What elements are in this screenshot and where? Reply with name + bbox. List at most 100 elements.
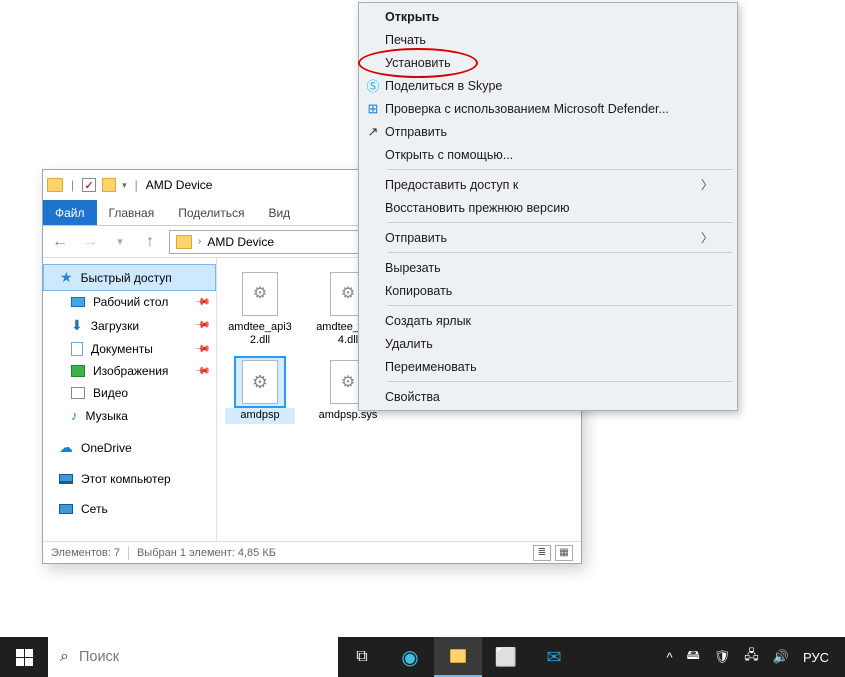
dll-icon: ⚙ (242, 272, 278, 316)
file-item[interactable]: ⚙ amdtee_api32.dll (225, 270, 295, 348)
search-box[interactable]: ⌕ Поиск (48, 637, 338, 677)
menu-label: Проверка с использованием Microsoft Defe… (385, 102, 669, 116)
sidebar-item-label: Быстрый доступ (81, 271, 172, 285)
separator: | (71, 178, 74, 192)
pin-icon: 📌 (193, 294, 210, 311)
details-view-button[interactable]: ≣ (533, 545, 551, 561)
menu-label: Предоставить доступ к (385, 178, 518, 192)
image-icon (71, 365, 85, 377)
taskbar: ⌕ Поиск ⧉ ◉ ⬜ ✉ ^ 🖴 🛡 🖧 🔊 РУС (0, 637, 845, 677)
menu-cut[interactable]: Вырезать (361, 256, 735, 279)
share-icon: ↗ (365, 124, 381, 140)
desktop-icon (71, 297, 85, 307)
view-buttons: ≣ ▦ (533, 545, 573, 561)
language-indicator[interactable]: РУС (803, 650, 829, 665)
menu-copy[interactable]: Копировать (361, 279, 735, 302)
folder-icon (47, 178, 63, 192)
menu-skype[interactable]: Ⓢ Поделиться в Skype (361, 74, 735, 97)
menu-label: Отправить (385, 231, 447, 245)
file-label: amdtee_api32.dll (225, 320, 295, 348)
menu-rename[interactable]: Переименовать (361, 355, 735, 378)
menu-label: Отправить (385, 125, 447, 139)
folder-open-icon (102, 178, 116, 192)
hardware-icon[interactable]: 🖴 (687, 646, 700, 668)
window-title: AMD Device (146, 178, 213, 192)
pin-icon: 📌 (193, 341, 210, 358)
inf-icon: ⚙ (242, 360, 278, 404)
tab-view[interactable]: Вид (256, 200, 302, 225)
menu-openwith[interactable]: Открыть с помощью... (361, 143, 735, 166)
star-icon: ★ (60, 269, 73, 286)
volume-icon[interactable]: 🔊 (773, 649, 789, 665)
file-item[interactable]: ⚙ amdpsp (225, 358, 295, 423)
sidebar-item-label: Рабочий стол (93, 295, 168, 309)
menu-restore[interactable]: Восстановить прежнюю версию (361, 196, 735, 219)
sidebar-item-music[interactable]: ♪ Музыка (43, 404, 216, 427)
security-icon[interactable]: 🛡 (714, 649, 731, 665)
chevron-right-icon: 〉 (701, 229, 713, 246)
tab-share[interactable]: Поделиться (166, 200, 256, 225)
menu-install[interactable]: Установить (361, 51, 735, 74)
video-icon (71, 387, 85, 399)
menu-sendto[interactable]: Отправить 〉 (361, 226, 735, 249)
mail-button[interactable]: ✉ (530, 637, 578, 677)
chevron-right-icon: 〉 (701, 176, 713, 193)
quick-access-toolbar: | ✓ ▾ | (47, 178, 140, 192)
menu-defender[interactable]: ⊞ Проверка с использованием Microsoft De… (361, 97, 735, 120)
pin-icon: 📌 (193, 317, 210, 334)
sidebar-item-video[interactable]: Видео (43, 382, 216, 404)
menu-share[interactable]: ↗ Отправить (361, 120, 735, 143)
up-button[interactable]: ↑ (139, 231, 161, 253)
chevron-down-icon[interactable]: ▾ (122, 180, 127, 191)
taskview-button[interactable]: ⧉ (338, 637, 386, 677)
edge-button[interactable]: ◉ (386, 637, 434, 677)
menu-giveaccess[interactable]: Предоставить доступ к 〉 (361, 173, 735, 196)
file-label: amdpsp (225, 408, 295, 423)
menu-open[interactable]: Открыть (361, 5, 735, 28)
shield-icon: ⊞ (365, 101, 381, 117)
tab-file[interactable]: Файл (43, 200, 97, 225)
recent-locations[interactable]: ▾ (109, 231, 131, 253)
sidebar-item-quick-access[interactable]: ★ Быстрый доступ (43, 264, 216, 291)
back-button[interactable]: ← (49, 231, 71, 253)
sidebar-item-documents[interactable]: Документы 📌 (43, 338, 216, 360)
music-icon: ♪ (71, 408, 78, 423)
context-menu: Открыть Печать Установить Ⓢ Поделиться в… (358, 2, 738, 411)
separator: | (135, 178, 138, 192)
status-count: Элементов: 7 (51, 547, 120, 559)
sidebar-item-thispc[interactable]: Этот компьютер (43, 468, 216, 490)
status-selection: Выбран 1 элемент: 4,85 КБ (137, 547, 276, 559)
path-segment[interactable]: AMD Device (207, 235, 274, 249)
sidebar-item-network[interactable]: Сеть (43, 498, 216, 520)
forward-button: → (79, 231, 101, 253)
document-icon (71, 342, 83, 356)
menu-print[interactable]: Печать (361, 28, 735, 51)
status-bar: Элементов: 7 Выбран 1 элемент: 4,85 КБ ≣… (43, 541, 581, 563)
explorer-button[interactable] (434, 637, 482, 677)
sidebar-item-label: OneDrive (81, 441, 132, 455)
taskview-icon: ⧉ (356, 648, 367, 666)
sidebar-item-label: Сеть (81, 502, 108, 516)
sidebar-item-onedrive[interactable]: ☁ OneDrive (43, 435, 216, 460)
menu-properties[interactable]: Свойства (361, 385, 735, 408)
network-tray-icon[interactable]: 🖧 (744, 646, 759, 668)
tab-home[interactable]: Главная (97, 200, 167, 225)
menu-shortcut[interactable]: Создать ярлык (361, 309, 735, 332)
store-button[interactable]: ⬜ (482, 637, 530, 677)
sidebar-item-label: Музыка (86, 409, 128, 423)
network-icon (59, 504, 73, 514)
tray-overflow-icon[interactable]: ^ (667, 650, 673, 665)
menu-delete[interactable]: Удалить (361, 332, 735, 355)
sidebar: ★ Быстрый доступ Рабочий стол 📌 ⬇ Загруз… (43, 258, 217, 541)
sidebar-item-pictures[interactable]: Изображения 📌 (43, 360, 216, 382)
folder-icon (450, 649, 466, 663)
sidebar-item-desktop[interactable]: Рабочий стол 📌 (43, 291, 216, 313)
checkbox-icon[interactable]: ✓ (82, 178, 96, 192)
search-placeholder: Поиск (79, 649, 119, 665)
start-button[interactable] (0, 637, 48, 677)
sidebar-item-downloads[interactable]: ⬇ Загрузки 📌 (43, 313, 216, 338)
download-icon: ⬇ (71, 317, 83, 334)
skype-icon: Ⓢ (365, 78, 381, 94)
sidebar-item-label: Документы (91, 342, 153, 356)
icons-view-button[interactable]: ▦ (555, 545, 573, 561)
